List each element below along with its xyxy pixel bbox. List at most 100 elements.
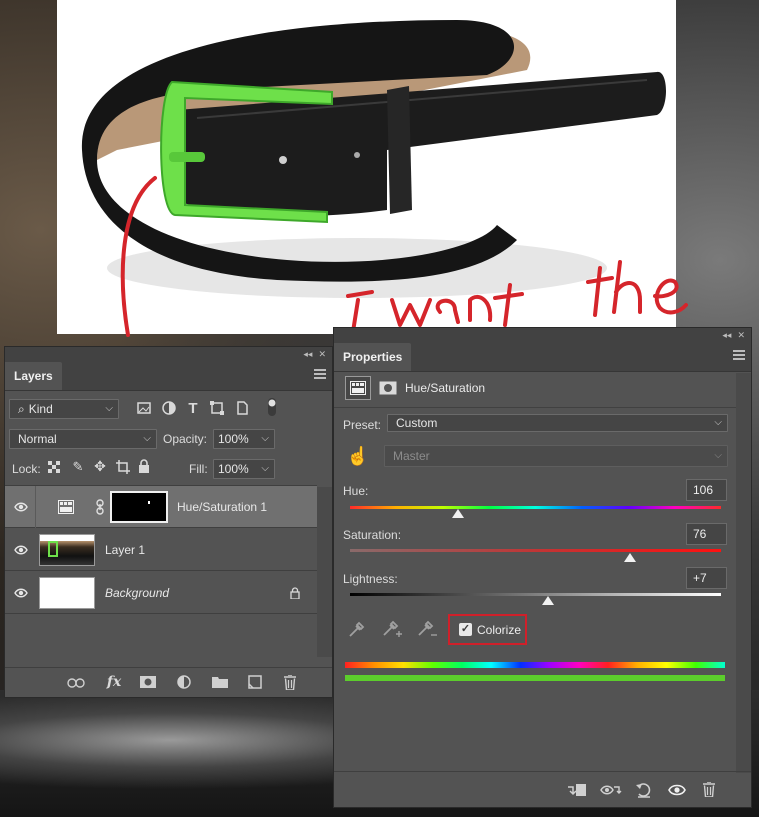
trash-icon[interactable] [283, 674, 297, 690]
link-icon[interactable] [67, 676, 85, 690]
hue-slider-thumb[interactable] [452, 509, 464, 518]
eyedropper-subtract-icon[interactable] [416, 618, 438, 640]
properties-panel: ◂◂ ✕ Properties Hue/Saturation Preset: C… [333, 327, 752, 808]
adjustment-properties-icon[interactable] [345, 376, 371, 400]
chevron-down-icon: ⌵ [714, 417, 722, 428]
properties-tabbar: Properties [334, 342, 751, 372]
filter-pixel-icon[interactable] [137, 401, 151, 415]
layer-row-background[interactable]: Background [5, 572, 317, 614]
layers-tabbar: Layers [5, 361, 332, 391]
lightness-label: Lightness: [343, 572, 398, 586]
saturation-slider-thumb[interactable] [624, 553, 636, 562]
properties-scrollbar[interactable] [736, 373, 751, 773]
layers-scrollbar[interactable] [317, 487, 332, 657]
lightness-value-field[interactable]: +7 [686, 567, 727, 589]
blend-mode-dropdown[interactable]: Normal ⌵ [9, 429, 157, 449]
preset-label: Preset: [343, 418, 382, 432]
fill-field[interactable]: 100% ⌵ [213, 459, 275, 479]
mask-properties-icon[interactable] [376, 376, 400, 400]
layer-name[interactable]: Background [105, 586, 169, 600]
saturation-value-field[interactable]: 76 [686, 523, 727, 545]
channel-value: Master [393, 449, 430, 463]
adjustment-icon[interactable] [177, 675, 191, 689]
layer-name[interactable]: Layer 1 [105, 543, 145, 557]
filter-shape-icon[interactable] [210, 401, 224, 415]
filter-kind-dropdown[interactable]: ⌕ Kind ⌵ [9, 399, 119, 419]
filter-type-icon[interactable]: T [186, 400, 200, 417]
properties-panel-topbar: ◂◂ ✕ [334, 328, 751, 342]
colorize-checkbox[interactable]: ✓ [459, 623, 472, 636]
collapse-icon[interactable]: ◂◂ [303, 349, 312, 360]
search-icon: ⌕ [18, 402, 25, 416]
layer-thumbnail[interactable] [39, 577, 95, 609]
new-layer-icon[interactable] [248, 675, 262, 689]
opacity-label: Opacity: [163, 432, 208, 446]
filter-smart-object-icon[interactable] [235, 401, 249, 415]
chevron-down-icon: ⌵ [143, 433, 151, 444]
chevron-down-icon: ⌵ [261, 433, 269, 444]
panel-menu-icon[interactable] [314, 369, 326, 379]
colorize-highlight: ✓ Colorize [448, 614, 527, 645]
layers-panel-topbar: ◂◂ ✕ [5, 347, 332, 361]
lock-artboard-icon[interactable] [116, 460, 130, 474]
layers-footer: fx [5, 667, 332, 697]
tab-layers[interactable]: Layers [5, 362, 62, 390]
layer-thumbnail[interactable] [39, 534, 95, 566]
folder-icon[interactable] [212, 675, 228, 689]
reset-icon[interactable] [634, 781, 654, 799]
hue-slider-track[interactable] [350, 506, 721, 509]
document-image [57, 0, 676, 334]
visibility-eye-icon[interactable] [14, 500, 28, 514]
clip-to-layer-icon[interactable] [566, 781, 588, 799]
lightness-slider-track[interactable] [350, 593, 721, 596]
preset-value: Custom [396, 416, 438, 430]
visibility-toggle-icon[interactable] [667, 781, 687, 799]
fx-icon[interactable]: fx [104, 674, 124, 690]
layer-row-layer-1[interactable]: Layer 1 [5, 529, 317, 571]
colorize-label[interactable]: Colorize [477, 623, 521, 637]
panel-menu-icon[interactable] [733, 350, 745, 360]
layer-row-hue-saturation[interactable]: Hue/Saturation 1 [5, 486, 317, 528]
lock-position-icon[interactable]: ✥ [93, 458, 107, 474]
properties-footer [334, 771, 751, 807]
filter-adjustment-icon[interactable] [162, 401, 176, 415]
hue-value-field[interactable]: 106 [686, 479, 727, 501]
preset-dropdown[interactable]: Custom ⌵ [387, 414, 728, 432]
fill-label: Fill: [189, 462, 208, 476]
visibility-eye-icon[interactable] [14, 586, 28, 600]
adjustment-title: Hue/Saturation [405, 381, 486, 395]
filter-toggle-icon[interactable] [267, 398, 277, 416]
opacity-value: 100% [218, 432, 249, 446]
layer-mask-thumbnail[interactable] [110, 491, 168, 523]
channel-dropdown[interactable]: Master ⌵ [384, 445, 728, 467]
lock-all-icon[interactable] [138, 459, 150, 473]
opacity-field[interactable]: 100% ⌵ [213, 429, 275, 449]
close-icon[interactable]: ✕ [318, 349, 326, 360]
visibility-eye-icon[interactable] [14, 543, 28, 557]
saturation-slider-track[interactable] [350, 549, 721, 552]
view-previous-state-icon[interactable] [600, 781, 622, 799]
lock-icon [289, 586, 301, 600]
tab-properties[interactable]: Properties [334, 343, 412, 371]
layer-list: Hue/Saturation 1 Layer 1 Background [5, 485, 317, 615]
close-icon[interactable]: ✕ [737, 330, 745, 341]
lock-transparent-icon[interactable] [47, 460, 61, 474]
collapse-icon[interactable]: ◂◂ [722, 330, 731, 341]
lightness-slider-thumb[interactable] [542, 596, 554, 605]
colorize-result-bar [345, 675, 725, 681]
targeted-adjustment-hand-icon[interactable]: ☝ [347, 445, 369, 467]
lock-label: Lock: [12, 462, 41, 476]
layers-panel: ◂◂ ✕ Layers ⌕ Kind ⌵ T Normal ⌵ Opacity: … [4, 346, 333, 698]
delete-adjustment-icon[interactable] [701, 780, 717, 798]
eyedropper-icon[interactable] [346, 618, 368, 640]
layer-name[interactable]: Hue/Saturation 1 [177, 500, 267, 514]
fill-value: 100% [218, 462, 249, 476]
hue-label: Hue: [343, 484, 369, 498]
hue-saturation-layer-icon [58, 499, 74, 515]
mask-link-icon[interactable] [95, 499, 105, 515]
saturation-label: Saturation: [343, 528, 402, 542]
eyedropper-add-icon[interactable] [381, 618, 403, 640]
mask-icon[interactable] [140, 675, 156, 689]
blend-mode-value: Normal [18, 432, 57, 446]
lock-pixels-icon[interactable]: ✎ [71, 459, 85, 474]
